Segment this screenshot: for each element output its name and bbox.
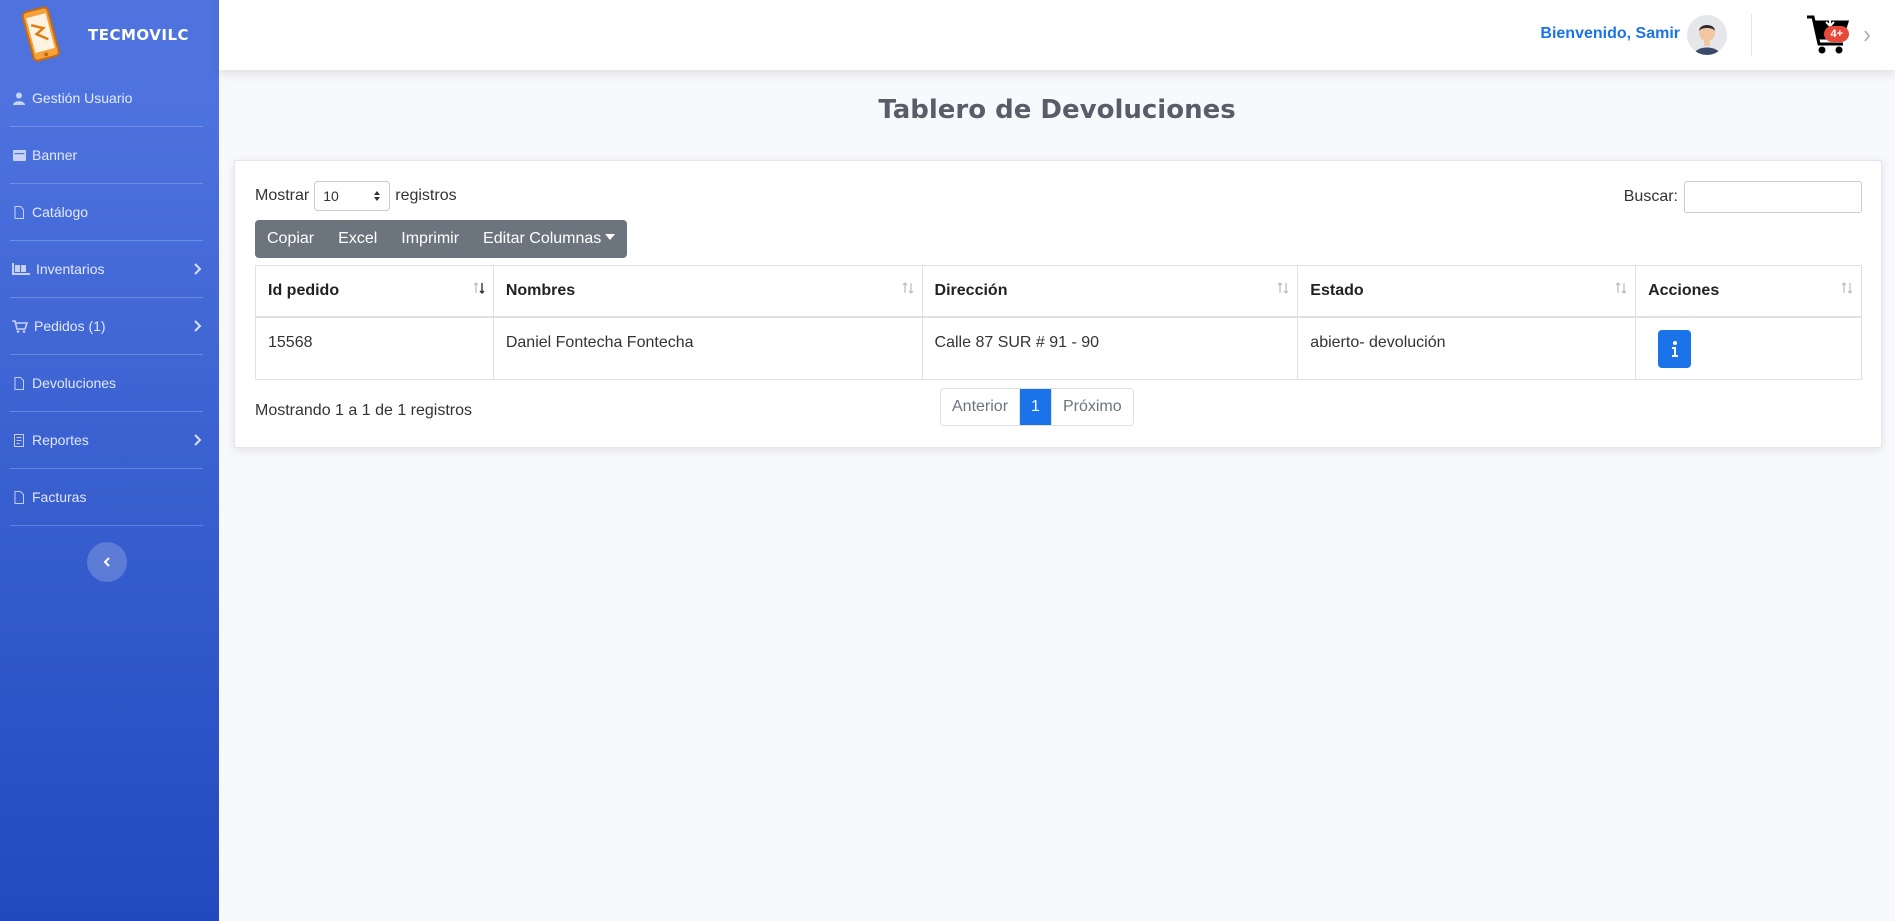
page-1-button[interactable]: 1 (1019, 389, 1051, 425)
search-control: Buscar: (1624, 181, 1862, 213)
sidebar-item-banner[interactable]: Banner (10, 127, 203, 184)
page-length-select[interactable]: 10 (314, 181, 391, 211)
sort-desc-icon (473, 282, 485, 294)
sidebar-toggle-button[interactable] (87, 542, 127, 582)
column-header-acciones[interactable]: Acciones (1635, 265, 1862, 318)
topbar: Bienvenido, Samir 4+ (219, 0, 1895, 70)
sidebar-nav: Gestión Usuario Banner Catálogo Inventar… (0, 70, 219, 526)
sidebar-item-gestion-usuario[interactable]: Gestión Usuario (10, 70, 203, 127)
sidebar-item-catalogo[interactable]: Catálogo (10, 184, 203, 241)
sidebar-item-label: Gestión Usuario (32, 90, 133, 106)
sidebar-item-label: Devoluciones (32, 375, 117, 391)
cart-icon (12, 319, 28, 333)
info-icon (1671, 340, 1678, 357)
sort-icon (1841, 282, 1853, 294)
sort-icon (1277, 282, 1289, 294)
search-label: Buscar: (1623, 188, 1678, 205)
sidebar-item-label: Pedidos (1) (34, 318, 106, 334)
page-length-value: 10 (323, 188, 339, 204)
search-input[interactable] (1684, 181, 1862, 213)
sort-icon (1615, 282, 1627, 294)
column-header-label: Estado (1310, 281, 1364, 299)
column-header-estado[interactable]: Estado (1297, 265, 1637, 318)
records-label: registros (395, 187, 457, 204)
previous-page-button[interactable]: Anterior (941, 389, 1020, 425)
cell-address: Calle 87 SUR # 91 - 90 (921, 316, 1299, 380)
copy-button[interactable]: Copiar (255, 220, 326, 258)
sidebar-item-label: Facturas (32, 489, 87, 505)
orders-table: Id pedido Nombres Dirección Estado Accio… (255, 265, 1862, 380)
table-info: Mostrando 1 a 1 de 1 registros (255, 402, 473, 419)
column-header-nombres[interactable]: Nombres (492, 265, 923, 318)
column-header-label: Dirección (934, 281, 1008, 299)
info-button[interactable] (1658, 329, 1692, 368)
table-row: 15568 Daniel Fontecha Fontecha Calle 87 … (255, 316, 1862, 380)
caret-down-icon (605, 234, 616, 240)
cell-name: Daniel Fontecha Fontecha (492, 316, 923, 380)
sidebar-item-label: Banner (32, 147, 78, 163)
user-avatar-icon (1687, 15, 1727, 55)
chevron-right-icon (194, 434, 202, 446)
table-header-row: Id pedido Nombres Dirección Estado Accio… (255, 265, 1862, 318)
edit-columns-label: Editar Columnas (483, 230, 602, 247)
sidebar-item-facturas[interactable]: Facturas (10, 469, 203, 526)
column-header-label: Id pedido (268, 281, 340, 299)
page-title: Tablero de Devoluciones (878, 95, 1236, 125)
sidebar: TECMOVILC Gestión Usuario Banner Catálog… (0, 0, 219, 921)
banner-icon (12, 148, 26, 162)
sidebar-item-label: Reportes (32, 432, 89, 448)
length-control: Mostrar 10 registros (255, 181, 457, 211)
file-icon (12, 205, 26, 219)
edit-columns-button[interactable]: Editar Columnas (471, 220, 627, 258)
chevron-left-icon (103, 557, 110, 567)
sidebar-item-label: Inventarios (36, 261, 105, 277)
next-page-button[interactable]: Próximo (1050, 389, 1133, 425)
inventory-icon (12, 262, 30, 276)
sidebar-item-devoluciones[interactable]: Devoluciones (10, 355, 203, 412)
avatar[interactable] (1687, 15, 1727, 55)
export-button-group: Copiar Excel Imprimir Editar Columnas (255, 220, 628, 258)
column-header-label: Acciones (1648, 281, 1720, 299)
sidebar-item-reportes[interactable]: Reportes (10, 412, 203, 469)
chevron-right-icon (194, 263, 202, 275)
pagination: Anterior 1 Próximo (940, 388, 1134, 426)
welcome-text[interactable]: Bienvenido, Samir (1540, 25, 1680, 43)
column-header-label: Nombres (505, 281, 576, 299)
excel-button[interactable]: Excel (326, 220, 389, 258)
datatable-card: Mostrar 10 registros Buscar: Copiar Exce… (234, 160, 1882, 448)
chevron-right-icon (194, 320, 202, 332)
file-icon (12, 376, 26, 390)
topbar-divider (1751, 14, 1752, 56)
sidebar-item-label: Catálogo (32, 204, 89, 220)
select-arrows-icon (374, 191, 381, 201)
cell-actions (1635, 316, 1862, 380)
cell-id: 15568 (255, 316, 494, 380)
column-header-direccion[interactable]: Dirección (921, 265, 1299, 318)
show-label: Mostrar (255, 187, 310, 204)
brand[interactable]: TECMOVILC (0, 0, 219, 70)
sidebar-item-pedidos[interactable]: Pedidos (1) (10, 298, 203, 355)
brand-name: TECMOVILC (88, 26, 190, 44)
file-icon (12, 490, 26, 504)
sort-icon (902, 282, 913, 294)
cart-badge: 4+ (1824, 26, 1849, 42)
sidebar-item-inventarios[interactable]: Inventarios (10, 241, 203, 298)
print-button[interactable]: Imprimir (389, 220, 471, 258)
phone-logo-icon (21, 6, 60, 62)
cell-status: abierto- devolución (1297, 316, 1637, 380)
chevron-right-icon[interactable] (1863, 30, 1871, 42)
user-icon (12, 91, 26, 105)
report-icon (12, 433, 26, 447)
column-header-id[interactable]: Id pedido (255, 265, 494, 318)
